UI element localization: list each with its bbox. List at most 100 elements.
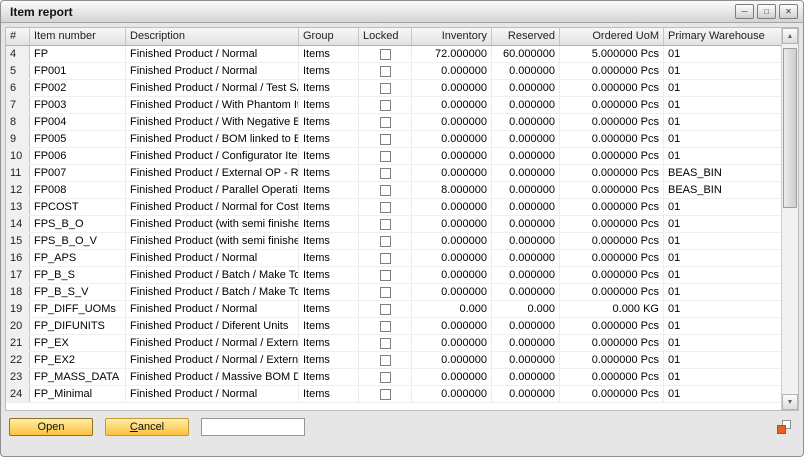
cell-primary-warehouse[interactable]: 01 (664, 216, 781, 232)
header-locked[interactable]: Locked (359, 28, 412, 45)
close-button[interactable]: ✕ (779, 4, 798, 19)
cell-reserved[interactable]: 0.000000 (492, 233, 560, 249)
cell-group[interactable]: Items (299, 199, 359, 215)
cell-reserved[interactable]: 0.000000 (492, 165, 560, 181)
cell-reserved[interactable]: 0.000000 (492, 369, 560, 385)
scrollbar-thumb[interactable] (783, 48, 797, 208)
row-number-cell[interactable]: 24 (6, 386, 30, 402)
table-row[interactable]: 18 FP_B_S_V Finished Product / Batch / M… (6, 284, 781, 301)
cell-item-number[interactable]: FP_MASS_DATA (30, 369, 126, 385)
locked-checkbox[interactable] (380, 83, 391, 94)
locked-checkbox[interactable] (380, 304, 391, 315)
cell-group[interactable]: Items (299, 301, 359, 317)
cell-reserved[interactable]: 0.000000 (492, 386, 560, 402)
cell-description[interactable]: Finished Product / Diferent Units (126, 318, 299, 334)
cell-primary-warehouse[interactable]: 01 (664, 148, 781, 164)
row-number-cell[interactable]: 6 (6, 80, 30, 96)
cell-item-number[interactable]: FP004 (30, 114, 126, 130)
cell-inventory[interactable]: 0.000000 (412, 352, 492, 368)
vertical-scrollbar[interactable]: ▲ ▼ (781, 28, 798, 410)
table-row[interactable]: 17 FP_B_S Finished Product / Batch / Mak… (6, 267, 781, 284)
table-row[interactable]: 12 FP008 Finished Product / Parallel Ope… (6, 182, 781, 199)
cell-ordered-uom[interactable]: 0.000000 Pcs (560, 386, 664, 402)
cell-item-number[interactable]: FP008 (30, 182, 126, 198)
header-inventory[interactable]: Inventory (412, 28, 492, 45)
cell-description[interactable]: Finished Product / Normal / External O (126, 352, 299, 368)
cell-inventory[interactable]: 0.000000 (412, 148, 492, 164)
cell-description[interactable]: Finished Product / Normal (126, 63, 299, 79)
cell-ordered-uom[interactable]: 0.000000 Pcs (560, 97, 664, 113)
cell-description[interactable]: Finished Product / Batch / Make To St (126, 284, 299, 300)
row-number-cell[interactable]: 22 (6, 352, 30, 368)
cell-ordered-uom[interactable]: 0.000000 Pcs (560, 284, 664, 300)
cell-reserved[interactable]: 0.000000 (492, 148, 560, 164)
cell-ordered-uom[interactable]: 0.000000 Pcs (560, 131, 664, 147)
row-number-cell[interactable]: 18 (6, 284, 30, 300)
table-row[interactable]: 8 FP004 Finished Product / With Negative… (6, 114, 781, 131)
cancel-button[interactable]: Cancel (105, 418, 189, 436)
cell-group[interactable]: Items (299, 335, 359, 351)
row-number-cell[interactable]: 8 (6, 114, 30, 130)
cell-group[interactable]: Items (299, 267, 359, 283)
cell-primary-warehouse[interactable]: 01 (664, 335, 781, 351)
cell-description[interactable]: Finished Product / Normal (126, 386, 299, 402)
cell-group[interactable]: Items (299, 369, 359, 385)
header-ordered-uom[interactable]: Ordered UoM (560, 28, 664, 45)
cell-reserved[interactable]: 0.000000 (492, 63, 560, 79)
cell-reserved[interactable]: 0.000000 (492, 284, 560, 300)
locked-checkbox[interactable] (380, 372, 391, 383)
locked-checkbox[interactable] (380, 236, 391, 247)
cell-reserved[interactable]: 0.000000 (492, 199, 560, 215)
cell-inventory[interactable]: 0.000000 (412, 386, 492, 402)
locked-checkbox[interactable] (380, 151, 391, 162)
table-row[interactable]: 20 FP_DIFUNITS Finished Product / Difere… (6, 318, 781, 335)
cell-inventory[interactable]: 0.000000 (412, 97, 492, 113)
cell-inventory[interactable]: 0.000 (412, 301, 492, 317)
footer-text-input[interactable] (201, 418, 305, 436)
cell-group[interactable]: Items (299, 114, 359, 130)
cell-primary-warehouse[interactable]: 01 (664, 114, 781, 130)
cell-primary-warehouse[interactable]: 01 (664, 233, 781, 249)
minimize-button[interactable]: ─ (735, 4, 754, 19)
cell-reserved[interactable]: 0.000000 (492, 335, 560, 351)
cell-ordered-uom[interactable]: 0.000000 Pcs (560, 182, 664, 198)
locked-checkbox[interactable] (380, 168, 391, 179)
cell-reserved[interactable]: 0.000000 (492, 97, 560, 113)
scroll-up-button[interactable]: ▲ (782, 28, 798, 44)
locked-checkbox[interactable] (380, 100, 391, 111)
cell-item-number[interactable]: FPS_B_O (30, 216, 126, 232)
cell-group[interactable]: Items (299, 148, 359, 164)
cell-group[interactable]: Items (299, 386, 359, 402)
locked-checkbox[interactable] (380, 389, 391, 400)
cell-reserved[interactable]: 0.000 (492, 301, 560, 317)
cell-reserved[interactable]: 0.000000 (492, 216, 560, 232)
cell-group[interactable]: Items (299, 46, 359, 62)
table-row[interactable]: 5 FP001 Finished Product / Normal Items … (6, 63, 781, 80)
cell-item-number[interactable]: FP_Minimal (30, 386, 126, 402)
cell-primary-warehouse[interactable]: 01 (664, 352, 781, 368)
cell-inventory[interactable]: 0.000000 (412, 284, 492, 300)
cell-description[interactable]: Finished Product / Normal (126, 46, 299, 62)
cell-group[interactable]: Items (299, 352, 359, 368)
cell-inventory[interactable]: 0.000000 (412, 250, 492, 266)
locked-checkbox[interactable] (380, 287, 391, 298)
table-row[interactable]: 11 FP007 Finished Product / External OP … (6, 165, 781, 182)
cell-inventory[interactable]: 72.000000 (412, 46, 492, 62)
cell-ordered-uom[interactable]: 0.000000 Pcs (560, 369, 664, 385)
cell-group[interactable]: Items (299, 216, 359, 232)
cell-group[interactable]: Items (299, 233, 359, 249)
cell-ordered-uom[interactable]: 0.000000 Pcs (560, 233, 664, 249)
locked-checkbox[interactable] (380, 270, 391, 281)
cell-group[interactable]: Items (299, 63, 359, 79)
cell-primary-warehouse[interactable]: 01 (664, 267, 781, 283)
cell-ordered-uom[interactable]: 0.000000 Pcs (560, 318, 664, 334)
cell-ordered-uom[interactable]: 0.000000 Pcs (560, 165, 664, 181)
cell-primary-warehouse[interactable]: 01 (664, 369, 781, 385)
cell-description[interactable]: Finished Product (with semi finished) / (126, 233, 299, 249)
cell-inventory[interactable]: 0.000000 (412, 114, 492, 130)
cell-inventory[interactable]: 0.000000 (412, 335, 492, 351)
cell-description[interactable]: Finished Product / Normal / Test SAP (126, 80, 299, 96)
row-number-cell[interactable]: 4 (6, 46, 30, 62)
cell-description[interactable]: Finished Product / Normal (126, 301, 299, 317)
row-number-cell[interactable]: 19 (6, 301, 30, 317)
